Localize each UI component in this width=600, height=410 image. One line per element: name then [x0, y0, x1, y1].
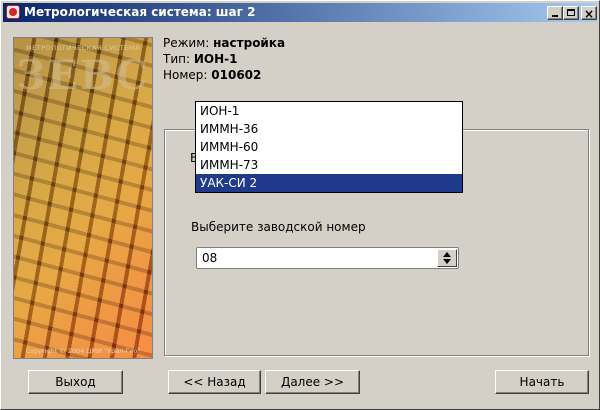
- dropdown-option[interactable]: ИММН-36: [196, 120, 462, 138]
- dropdown-option[interactable]: ИОН-1: [196, 102, 462, 120]
- title-bar[interactable]: Метрологическая система: шаг 2 ×: [3, 3, 597, 22]
- mode-value: настройка: [213, 36, 286, 50]
- type-value: ИОН-1: [193, 52, 238, 66]
- serial-number-value: 08: [202, 251, 218, 265]
- serial-number-label: Выберите заводской номер: [191, 220, 366, 234]
- number-row: Номер: 010602: [163, 67, 285, 83]
- number-value: 010602: [211, 68, 262, 82]
- banner-caption: МЕТРОЛОГИЧЕСКАЯ СИСТЕМА: [26, 44, 140, 52]
- app-window: Метрологическая система: шаг 2 × МЕТРОЛО…: [0, 0, 600, 410]
- dropdown-option[interactable]: ИММН-60: [196, 138, 462, 156]
- serial-number-combo[interactable]: 08: [196, 247, 459, 269]
- device-info: Режим: настройка Тип: ИОН-1 Номер: 01060…: [163, 35, 285, 83]
- number-label: Номер:: [163, 68, 212, 82]
- dropdown-option-selected[interactable]: УАК-СИ 2: [196, 174, 462, 192]
- mode-label: Режим:: [163, 36, 214, 50]
- combo-arrows-icon[interactable]: [437, 249, 457, 267]
- minimize-button[interactable]: [547, 6, 563, 20]
- back-button[interactable]: << Назад: [168, 370, 261, 394]
- type-row: Тип: ИОН-1: [163, 51, 285, 67]
- window-title: Метрологическая система: шаг 2: [24, 5, 256, 19]
- maximize-button[interactable]: [563, 6, 579, 20]
- app-icon: [6, 5, 20, 19]
- type-label: Тип:: [163, 52, 194, 66]
- device-type-dropdown-list[interactable]: ИОН-1 ИММН-36 ИММН-60 ИММН-73 УАК-СИ 2: [195, 101, 463, 193]
- start-button[interactable]: Начать: [495, 370, 589, 394]
- dropdown-option[interactable]: ИММН-73: [196, 156, 462, 174]
- banner-logo: ЗЕВС: [16, 52, 150, 99]
- next-button[interactable]: Далее >>: [265, 370, 360, 394]
- close-icon: ×: [583, 7, 595, 21]
- exit-button[interactable]: Выход: [28, 370, 123, 394]
- banner-copyright: Copyright © 2004 ЦМИ "Урал-Гео": [25, 347, 141, 355]
- zeus-banner-image: МЕТРОЛОГИЧЕСКАЯ СИСТЕМА ЗЕВС Copyright ©…: [13, 37, 153, 359]
- close-button[interactable]: ×: [581, 6, 597, 21]
- mode-row: Режим: настройка: [163, 35, 285, 51]
